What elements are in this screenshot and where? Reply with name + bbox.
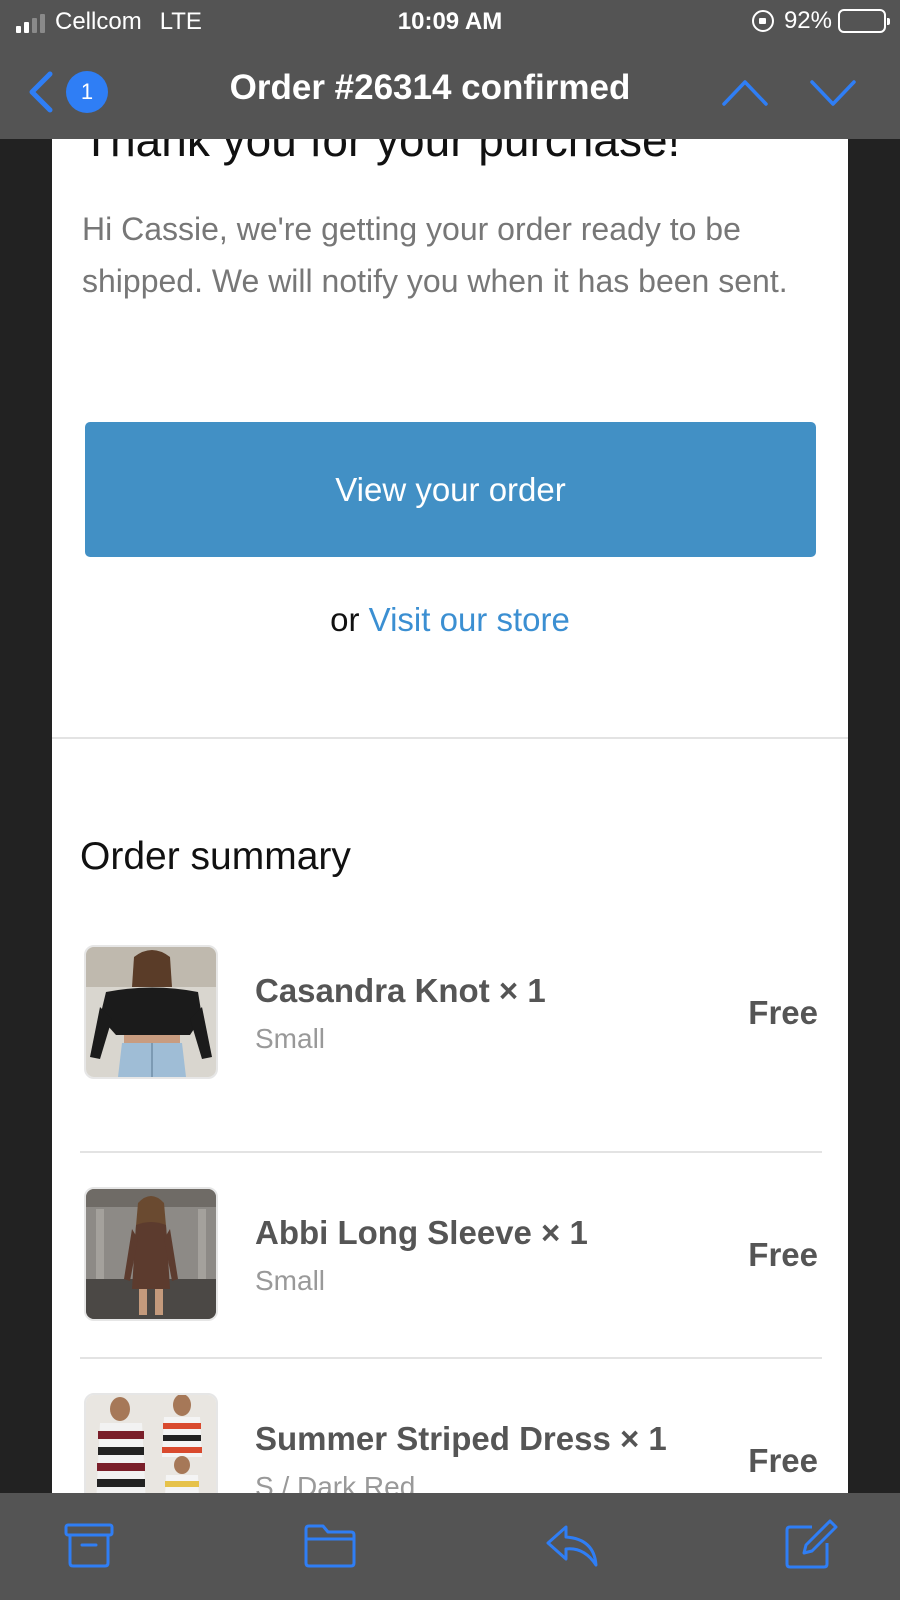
email-body: Thank you for your purchase! Hi Cassie, … — [52, 139, 848, 1493]
item-name: Casandra Knot × 1 — [255, 972, 546, 1009]
status-bar: Cellcom LTE 10:09 AM 92% — [0, 0, 900, 46]
email-subject: Order #26314 confirmed — [229, 68, 631, 107]
archive-icon[interactable] — [62, 1519, 118, 1571]
list-item: Casandra Knot × 1 Small Free — [80, 945, 822, 1151]
order-items-list: Casandra Knot × 1 Small Free Abbi Long S… — [80, 945, 822, 1493]
compose-icon[interactable] — [782, 1519, 838, 1571]
view-order-button[interactable]: View your order — [85, 422, 816, 557]
back-button[interactable]: 1 — [24, 68, 114, 116]
item-variant: Small — [255, 1023, 326, 1054]
intro-paragraph: Hi Cassie, we're getting your order read… — [82, 211, 788, 299]
orientation-lock-icon — [751, 10, 774, 32]
unread-count-badge: 1 — [66, 71, 108, 113]
item-name: Summer Striped Dress × 1 — [255, 1420, 667, 1457]
list-item: Summer Striped Dress × 1 S / Dark Red Fr… — [80, 1357, 822, 1493]
item-variant: Small — [255, 1265, 326, 1296]
chevron-down-icon[interactable] — [808, 70, 858, 116]
mail-app-screen: Cellcom LTE 10:09 AM 92% 1 Order #26314 … — [0, 0, 900, 1600]
store-link-line: or Visit our store — [52, 601, 848, 639]
item-variant: S / Dark Red — [255, 1471, 416, 1493]
mail-nav-bar: 1 Order #26314 confirmed — [0, 46, 900, 139]
item-price: Free — [748, 1236, 818, 1273]
mail-toolbar — [0, 1493, 900, 1600]
chevron-left-icon — [29, 71, 53, 113]
visit-store-link[interactable]: Visit our store — [369, 601, 570, 638]
thank-you-heading: Thank you for your purchase! — [82, 139, 681, 166]
product-image — [84, 1393, 218, 1493]
battery-icon — [838, 9, 890, 33]
chevron-up-icon[interactable] — [720, 70, 770, 116]
product-image — [84, 1187, 218, 1321]
list-item: Abbi Long Sleeve × 1 Small Free — [80, 1151, 822, 1357]
folder-icon[interactable] — [302, 1519, 358, 1571]
status-bar-right: 92% — [751, 7, 890, 35]
battery-percent: 92% — [783, 7, 832, 34]
item-name: Abbi Long Sleeve × 1 — [255, 1214, 588, 1251]
product-image — [84, 945, 218, 1079]
or-text: or — [330, 601, 360, 638]
reply-icon[interactable] — [544, 1519, 600, 1571]
item-price: Free — [748, 994, 818, 1031]
section-divider — [52, 737, 848, 739]
order-summary-title: Order summary — [80, 835, 351, 878]
item-price: Free — [748, 1442, 818, 1479]
